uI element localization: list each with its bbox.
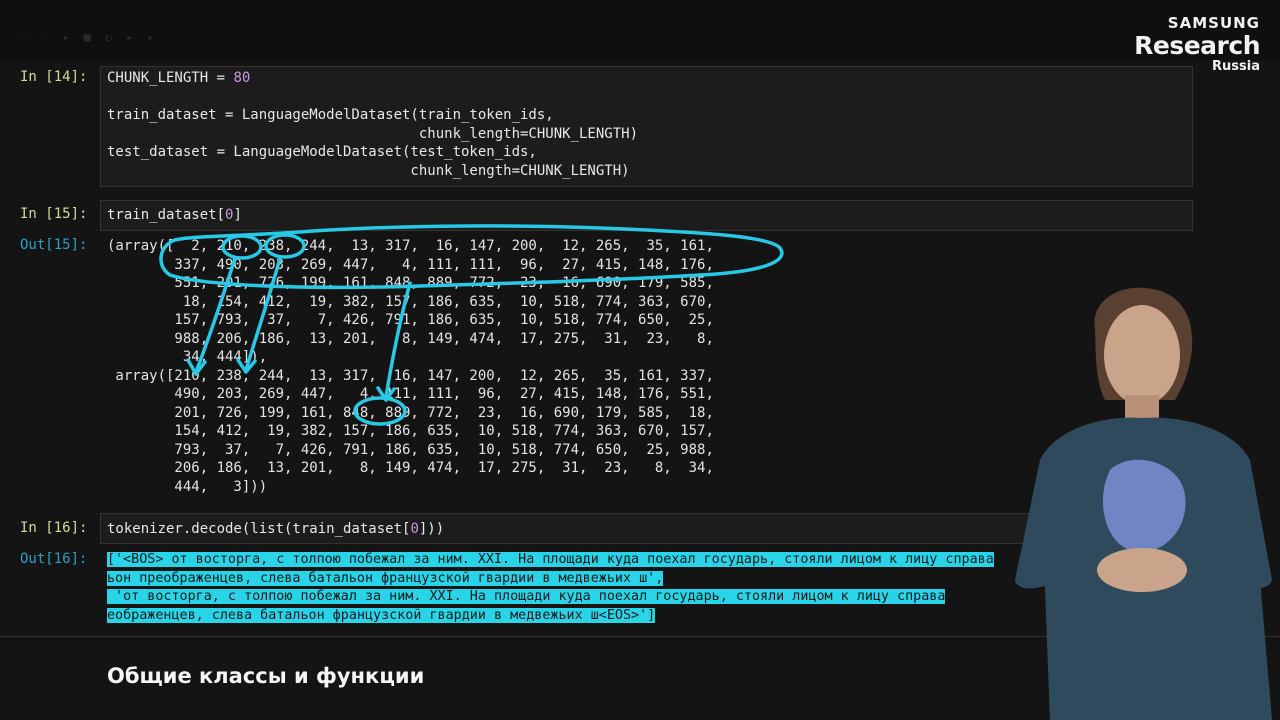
cell-15-input[interactable] <box>100 200 1193 231</box>
cell-14-code[interactable]: CHUNK_LENGTH = 80 train_dataset = Langua… <box>107 69 638 180</box>
logo-line2: Research <box>1134 31 1260 60</box>
cell-16-prompt: In [16]: <box>20 520 88 536</box>
cell-15-out-prompt: Out[15]: <box>20 237 88 253</box>
cell-16-output-selected[interactable]: ['<BOS> от восторга, с толпою побежал за… <box>107 551 1067 625</box>
decode-line-2: ьон преображенцев, слева батальон францу… <box>107 570 664 586</box>
toolbar-icons-faded: ◦◦▸■↻▸▸ <box>20 30 169 44</box>
cell-15-output: (array([ 2, 210, 238, 244, 13, 317, 16, … <box>107 238 714 495</box>
presenter-face <box>1104 305 1180 405</box>
presenter-hands <box>1097 548 1187 592</box>
decode-line-4: еображенцев, слева батальон французской … <box>107 607 656 623</box>
presenter-video-overlay <box>1015 287 1272 720</box>
cell-16-code[interactable]: tokenizer.decode(list(train_dataset[0])) <box>107 520 444 539</box>
cell-15-prompt: In [15]: <box>20 206 88 222</box>
cell-16-out-prompt: Out[16]: <box>20 551 88 567</box>
cell-15-code[interactable]: train_dataset[0] <box>107 206 242 225</box>
logo-line1: SAMSUNG <box>1167 14 1260 32</box>
toolbar-area: ◦◦▸■↻▸▸ <box>0 0 1280 60</box>
section-heading: Общие классы и функции <box>107 664 425 688</box>
cell-14-prompt: In [14]: <box>20 69 88 85</box>
decode-line-1: ['<BOS> от восторга, с толпою побежал за… <box>107 552 994 567</box>
decode-line-3: 'от восторга, с толпою побежал за ним. X… <box>107 589 946 604</box>
